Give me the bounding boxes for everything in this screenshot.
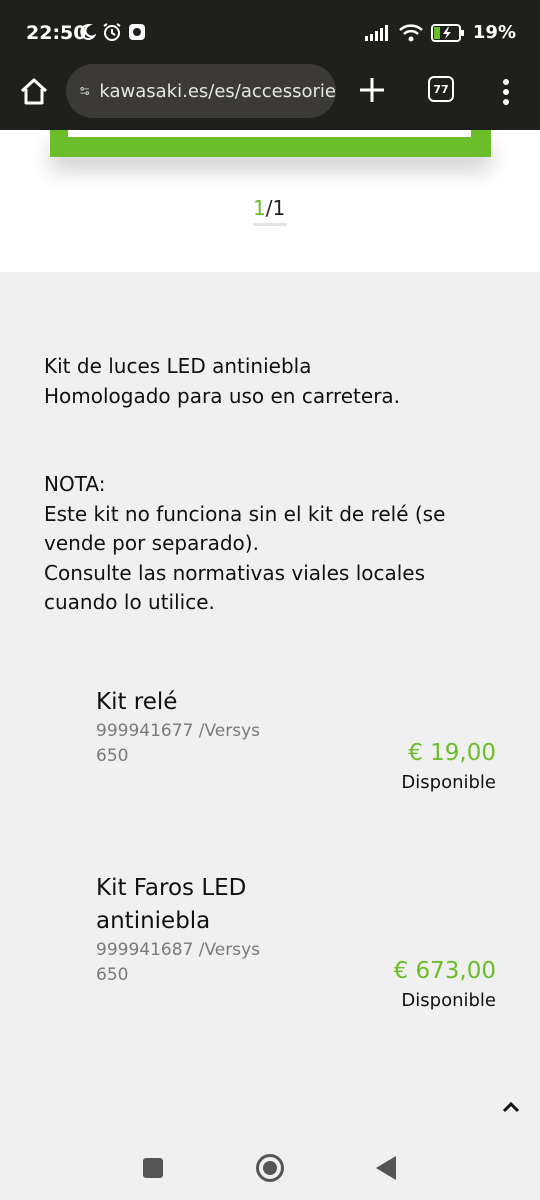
back-icon[interactable] (376, 1156, 396, 1180)
product-image-card[interactable] (50, 130, 491, 157)
signal-icon (364, 24, 388, 41)
product-price: € 673,00 (393, 958, 496, 984)
browser-toolbar: kawasaki.es/es/accessorie 77 (0, 64, 540, 130)
product-reference: 999941677 /Versys 650 (96, 721, 261, 766)
battery-charging-icon (430, 23, 464, 42)
description-line: Este kit no funciona sin el kit de relé … (44, 501, 446, 556)
address-bar[interactable]: kawasaki.es/es/accessorie (66, 64, 336, 118)
home-nav-icon[interactable] (256, 1154, 284, 1182)
pager-underline (253, 223, 287, 226)
description-line: NOTA: (44, 472, 106, 496)
home-icon[interactable] (18, 76, 50, 108)
pager-current: 1 (253, 196, 266, 220)
wifi-icon (399, 23, 423, 41)
system-nav-bar (0, 1134, 540, 1200)
alarm-icon (103, 23, 121, 41)
status-icons-left (78, 22, 146, 42)
product-availability: Disponible (401, 990, 496, 1011)
new-tab-icon[interactable] (356, 72, 388, 108)
product-image-inner (68, 130, 471, 137)
tabs-icon[interactable]: 77 (428, 76, 454, 102)
product-reference: 999941687 /Versys 650 (96, 940, 261, 985)
record-icon (129, 24, 145, 40)
product-item[interactable]: Kit Faros LED antiniebla 999941687 /Vers… (96, 872, 496, 1011)
site-settings-icon[interactable] (80, 81, 89, 101)
status-bar: 22:50 19% (0, 0, 540, 64)
product-item[interactable]: Kit relé 999941677 /Versys 650 € 19,00 D… (96, 686, 496, 793)
product-availability: Disponible (401, 772, 496, 793)
description-line: Homologado para uso en carretera. (44, 383, 401, 408)
product-description: Kit de luces LED antiniebla Homologado p… (44, 352, 504, 618)
status-icons-right: 19% (364, 22, 516, 43)
gallery-pager: 1/1 (253, 196, 285, 220)
description-line: Consulte las normativas viales locales c… (44, 560, 426, 615)
gallery-section: 1/1 (0, 130, 540, 272)
product-price: € 19,00 (408, 740, 496, 766)
moon-icon (80, 23, 96, 40)
description-line: Kit de luces LED antiniebla (44, 354, 312, 378)
battery-percent: 19% (472, 22, 516, 43)
url-text[interactable]: kawasaki.es/es/accessorie (99, 81, 336, 102)
menu-icon[interactable] (496, 74, 516, 110)
recents-icon[interactable] (143, 1158, 163, 1178)
product-name[interactable]: Kit relé (96, 686, 316, 719)
product-name[interactable]: Kit Faros LED antiniebla (96, 872, 316, 938)
scroll-top-icon[interactable] (500, 1098, 522, 1116)
pager-total: /1 (265, 196, 286, 220)
